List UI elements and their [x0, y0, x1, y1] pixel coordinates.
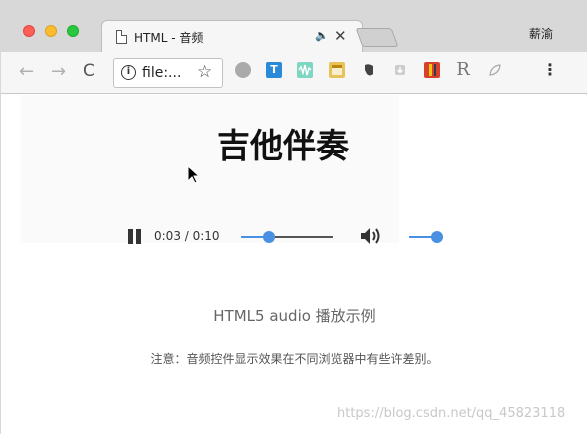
bookmark-star-icon[interactable]: ☆ — [197, 62, 212, 82]
volume-icon[interactable] — [359, 225, 383, 247]
watermark: https://blog.csdn.net/qq_45823118 — [337, 406, 566, 421]
address-bar[interactable]: i file:... ☆ — [113, 58, 223, 88]
volume-slider[interactable] — [409, 231, 443, 243]
notes-icon[interactable] — [329, 62, 345, 78]
waveform-icon[interactable] — [297, 62, 313, 78]
profile-name[interactable]: 薪渝 — [529, 25, 553, 42]
tab-title: HTML - 音频 — [134, 31, 204, 45]
back-button[interactable]: ← — [19, 61, 34, 82]
seek-slider[interactable] — [241, 231, 333, 243]
zoom-window-button[interactable] — [67, 25, 79, 37]
new-tab-button[interactable] — [355, 28, 399, 47]
evernote-icon[interactable] — [361, 62, 377, 78]
pause-icon[interactable] — [127, 229, 141, 244]
tab-close-icon[interactable]: ✕ — [334, 27, 347, 45]
minimize-window-button[interactable] — [45, 25, 57, 37]
download-icon[interactable] — [392, 62, 408, 78]
browser-tab[interactable]: HTML - 音频 🔈 ✕ — [101, 20, 363, 52]
url-text[interactable]: file:... — [142, 65, 181, 81]
browser-window: HTML - 音频 🔈 ✕ 薪渝 ← → C i file:... ☆ T R … — [0, 0, 587, 434]
audio-player[interactable]: 0:03 / 0:10 — [127, 226, 457, 248]
translate-icon[interactable]: T — [266, 62, 282, 78]
reload-button[interactable]: C — [83, 61, 95, 81]
document-icon — [116, 30, 127, 44]
leaf-icon[interactable] — [487, 62, 503, 78]
page-title: 吉他伴奏 — [217, 126, 349, 165]
readability-icon[interactable]: R — [455, 61, 471, 79]
bookmark-icon[interactable] — [424, 62, 440, 78]
time-display: 0:03 / 0:10 — [154, 229, 220, 243]
subtitle: HTML5 audio 播放示例 — [213, 307, 376, 325]
note-text: 注意：音频控件显示效果在不同浏览器中有些许差别。 — [150, 352, 439, 366]
mouse-cursor-icon — [187, 165, 201, 184]
page-content: 吉他伴奏 0:03 / 0:10 HTML5 audio 播放示例 注意：音频控… — [1, 95, 587, 434]
title-bar: HTML - 音频 🔈 ✕ 薪渝 — [1, 0, 587, 52]
close-window-button[interactable] — [23, 25, 35, 37]
volume-thumb[interactable] — [431, 231, 443, 243]
menu-icon[interactable]: ⋮ — [542, 60, 558, 79]
speaker-icon[interactable]: 🔈 — [315, 29, 329, 42]
seek-thumb[interactable] — [262, 231, 275, 243]
forward-button[interactable]: → — [51, 61, 66, 82]
info-icon[interactable]: i — [121, 65, 136, 80]
globe-icon[interactable] — [235, 62, 251, 78]
media-area — [21, 95, 399, 243]
